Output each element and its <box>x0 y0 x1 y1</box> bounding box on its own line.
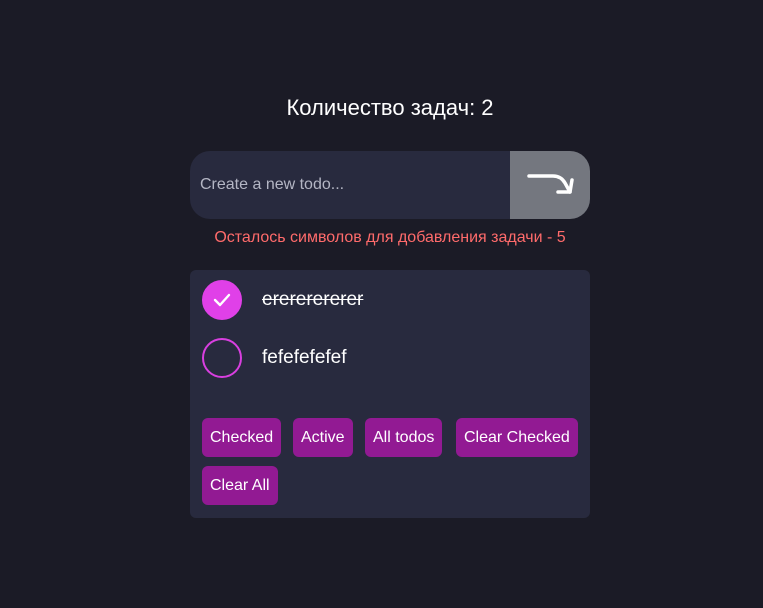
todo-item-text: erererererer <box>262 289 364 310</box>
todo-item-text: fefefefefef <box>262 347 347 368</box>
todo-list-panel: erererererer fefefefefef Checked Active … <box>190 270 590 518</box>
todo-item: erererererer <box>202 280 363 320</box>
todo-checkbox-checked[interactable] <box>202 280 242 320</box>
todo-checkbox-unchecked[interactable] <box>202 338 242 378</box>
filter-active-button[interactable]: Active <box>293 418 353 457</box>
todo-app: Количество задач: 2 Осталось символов дл… <box>0 0 763 608</box>
task-count-title: Количество задач: 2 <box>286 95 494 120</box>
clear-all-button[interactable]: Clear All <box>202 466 278 505</box>
filter-checked-button[interactable]: Checked <box>202 418 282 457</box>
filter-all-button[interactable]: All todos <box>365 418 443 457</box>
new-todo-form <box>190 151 590 219</box>
checkmark-icon <box>213 293 231 307</box>
clear-checked-button[interactable]: Clear Checked <box>456 418 578 457</box>
todo-item: fefefefefef <box>202 338 347 378</box>
chars-left-warning: Осталось символов для добавления задачи … <box>214 229 566 246</box>
add-todo-button[interactable] <box>510 151 590 219</box>
enter-arrow-icon <box>527 174 574 194</box>
new-todo-input[interactable] <box>190 151 510 219</box>
